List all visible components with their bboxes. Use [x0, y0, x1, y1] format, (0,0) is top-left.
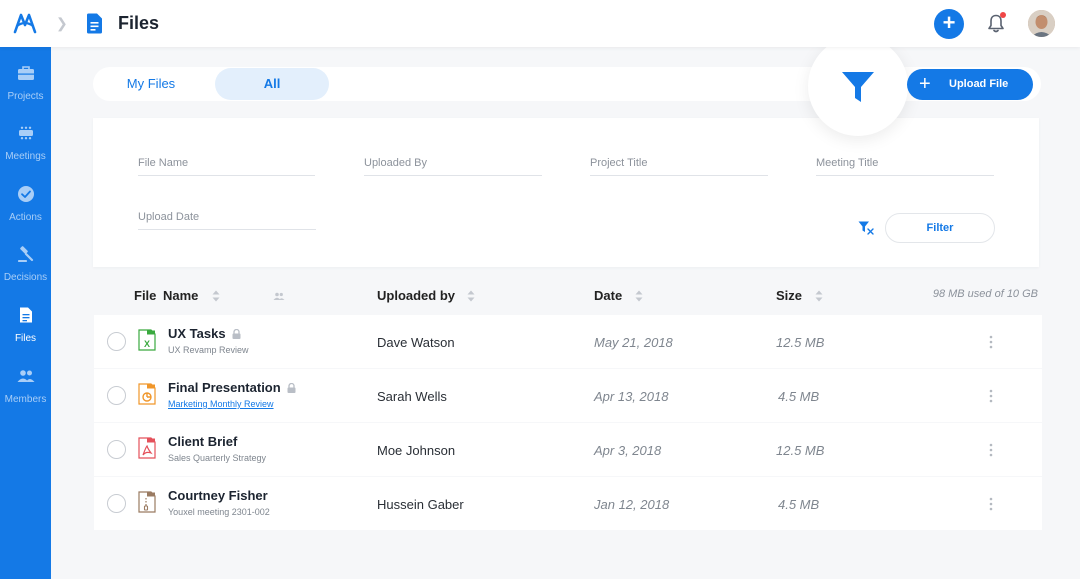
date-cell: Jan 12, 2018	[594, 497, 670, 512]
date-cell: May 21, 2018	[594, 335, 673, 350]
lock-icon	[287, 383, 296, 393]
filter-toggle-button[interactable]	[808, 36, 908, 136]
row-select-radio[interactable]	[107, 332, 126, 351]
owner-filter-icon[interactable]	[273, 290, 285, 302]
uploaded-by-cell: Dave Watson	[377, 335, 455, 350]
sidebar: Projects Meetings Actions Decisions File…	[0, 47, 51, 579]
meeting-title-filter-input[interactable]: Meeting Title	[816, 152, 994, 176]
briefcase-icon	[18, 66, 34, 80]
file-meeting-subtitle: Sales Quarterly Strategy	[168, 453, 267, 463]
sidebar-item-meetings[interactable]: Meetings	[0, 124, 51, 182]
table-row[interactable]: Final Presentation Marketing Monthly Rev…	[94, 369, 1042, 422]
file-name-text: Courtney Fisher	[168, 488, 268, 503]
pdf-file-icon	[138, 437, 156, 459]
row-select-radio[interactable]	[107, 494, 126, 513]
sort-icon[interactable]	[815, 290, 823, 302]
size-cell: 4.5 MB	[778, 389, 820, 404]
more-options-icon[interactable]	[987, 496, 995, 512]
sidebar-item-projects[interactable]: Projects	[0, 64, 51, 122]
people-icon	[17, 370, 35, 382]
uploaded-by-cell: Hussein Gaber	[377, 497, 464, 512]
upload-file-button[interactable]: + Upload File	[907, 69, 1033, 100]
column-header-file: File	[134, 288, 157, 303]
size-cell: 4.5 MB	[778, 497, 820, 512]
date-cell: Apr 3, 2018	[594, 443, 662, 458]
plus-icon: +	[919, 73, 931, 95]
tab-all[interactable]: All	[215, 68, 329, 100]
sidebar-item-label: Decisions	[3, 272, 48, 283]
table-row[interactable]: Courtney Fisher Youxel meeting 2301-002 …	[94, 477, 1042, 530]
file-name[interactable]: UX Tasks	[168, 326, 241, 341]
powerpoint-file-icon	[138, 383, 156, 405]
more-options-icon[interactable]	[987, 334, 995, 350]
row-select-radio[interactable]	[107, 440, 126, 459]
filter-panel: File Name Uploaded By Project Title Meet…	[93, 118, 1039, 267]
avatar[interactable]	[1028, 10, 1055, 37]
sidebar-item-actions[interactable]: Actions	[0, 185, 51, 243]
apply-filter-button[interactable]: Filter	[885, 213, 995, 243]
file-icon	[87, 13, 102, 34]
column-header-name[interactable]: Name	[163, 288, 198, 303]
file-name-text: UX Tasks	[168, 326, 226, 341]
row-select-radio[interactable]	[107, 386, 126, 405]
page-title: Files	[118, 13, 160, 33]
project-title-filter-input[interactable]: Project Title	[590, 152, 768, 176]
more-options-icon[interactable]	[987, 442, 995, 458]
sort-icon[interactable]	[212, 290, 220, 302]
column-header-size[interactable]: Size	[776, 288, 802, 303]
sidebar-item-label: Members	[4, 394, 47, 405]
file-meeting-subtitle: Youxel meeting 2301-002	[168, 507, 270, 517]
file-name[interactable]: Courtney Fisher	[168, 488, 268, 503]
sidebar-item-decisions[interactable]: Decisions	[0, 245, 51, 303]
sidebar-item-members[interactable]: Members	[0, 367, 51, 425]
table-row[interactable]: Client Brief Sales Quarterly Strategy Mo…	[94, 423, 1042, 476]
top-bar: ❯ Files +	[0, 0, 1080, 47]
file-name-text: Client Brief	[168, 434, 238, 449]
sort-icon[interactable]	[467, 290, 475, 302]
upload-date-filter-input[interactable]: Upload Date	[138, 206, 316, 230]
table-row[interactable]: X UX Tasks UX Revamp Review Dave Watson …	[94, 315, 1042, 368]
lock-icon	[232, 329, 241, 339]
file-name[interactable]: Final Presentation	[168, 380, 296, 395]
file-icon	[20, 307, 32, 323]
app-logo-icon[interactable]	[13, 12, 37, 34]
sidebar-item-label: Files	[14, 333, 37, 344]
uploaded-by-filter-input[interactable]: Uploaded By	[364, 152, 542, 176]
sidebar-item-label: Projects	[7, 91, 44, 102]
size-cell: 12.5 MB	[776, 443, 825, 458]
file-meeting-link[interactable]: Marketing Monthly Review	[168, 399, 274, 409]
size-cell: 12.5 MB	[776, 335, 825, 350]
gavel-icon	[18, 246, 34, 262]
column-header-uploaded-by[interactable]: Uploaded by	[377, 288, 455, 303]
check-circle-icon	[18, 186, 34, 202]
uploaded-by-cell: Sarah Wells	[377, 389, 447, 404]
file-name-text: Final Presentation	[168, 380, 281, 395]
uploaded-by-cell: Moe Johnson	[377, 443, 456, 458]
meeting-table-icon	[19, 126, 33, 140]
notification-dot	[1000, 12, 1006, 18]
add-button[interactable]: +	[934, 9, 964, 39]
sidebar-item-files[interactable]: Files	[0, 306, 51, 364]
clear-filter-icon[interactable]	[858, 220, 874, 236]
zip-file-icon	[138, 491, 156, 513]
tab-my-files[interactable]: My Files	[95, 68, 207, 100]
file-meeting-subtitle: UX Revamp Review	[168, 345, 249, 355]
svg-text:X: X	[144, 339, 150, 349]
date-cell: Apr 13, 2018	[594, 389, 669, 404]
excel-file-icon: X	[138, 329, 156, 351]
filter-funnel-icon	[842, 72, 874, 102]
more-options-icon[interactable]	[987, 388, 995, 404]
file-name[interactable]: Client Brief	[168, 434, 237, 449]
breadcrumb-chevron-icon: ❯	[56, 15, 68, 31]
column-header-date[interactable]: Date	[594, 288, 622, 303]
sort-icon[interactable]	[635, 290, 643, 302]
sidebar-item-label: Actions	[9, 212, 42, 223]
file-name-filter-input[interactable]: File Name	[138, 152, 315, 176]
sidebar-item-label: Meetings	[5, 151, 46, 162]
storage-usage-text: 98 MB used of 10 GB	[932, 288, 1038, 300]
upload-file-label: Upload File	[949, 78, 1009, 90]
